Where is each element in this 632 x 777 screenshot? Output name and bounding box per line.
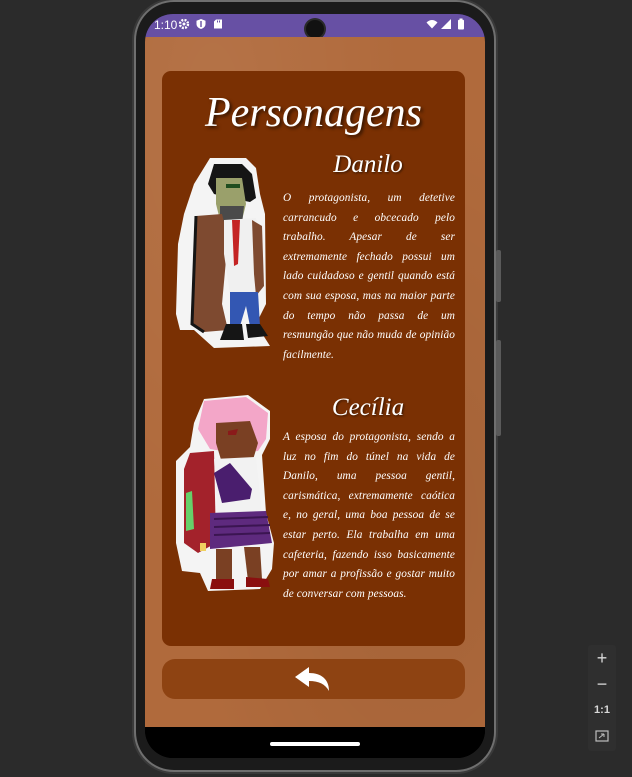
front-camera: [306, 20, 324, 38]
zoom-out-button[interactable]: −: [588, 674, 616, 695]
phone-frame: 1:10 Personagens Danilo O protagonista, …: [136, 2, 501, 770]
actual-size-button[interactable]: 1:1: [588, 704, 616, 716]
danilo-sprite: [176, 158, 270, 348]
back-arrow-icon: [295, 667, 329, 691]
page-title: Personagens: [205, 90, 422, 136]
cecilia-sprite: [176, 395, 274, 591]
wifi-icon: [426, 20, 438, 29]
power-button: [496, 250, 501, 302]
character-name: Danilo: [333, 151, 403, 178]
phone-screen: 1:10 Personagens Danilo O protagonista, …: [145, 14, 485, 758]
character-description: A esposa do protagonista, sendo a luz no…: [283, 431, 455, 600]
characters-card: Personagens Danilo O protagonista, um de…: [162, 71, 465, 646]
character-description: O protagonista, um detetive carrancudo e…: [283, 192, 455, 361]
character-name: Cecília: [331, 394, 405, 421]
volume-button: [496, 340, 501, 436]
zoom-in-button[interactable]: +: [588, 648, 616, 669]
back-button[interactable]: [162, 659, 465, 699]
battery-icon: [458, 18, 464, 30]
navigation-bar: [145, 727, 485, 758]
signal-icon: [441, 19, 451, 29]
gear-icon: [178, 18, 190, 30]
emulator-zoom-controls: + − 1:1: [588, 645, 616, 751]
app-content: Personagens Danilo O protagonista, um de…: [145, 37, 485, 727]
home-indicator[interactable]: [270, 742, 360, 746]
fit-screen-icon[interactable]: [595, 730, 609, 742]
sd-card-icon: [214, 19, 222, 29]
status-time: 1:10: [154, 18, 178, 32]
shield-icon: [196, 19, 206, 29]
